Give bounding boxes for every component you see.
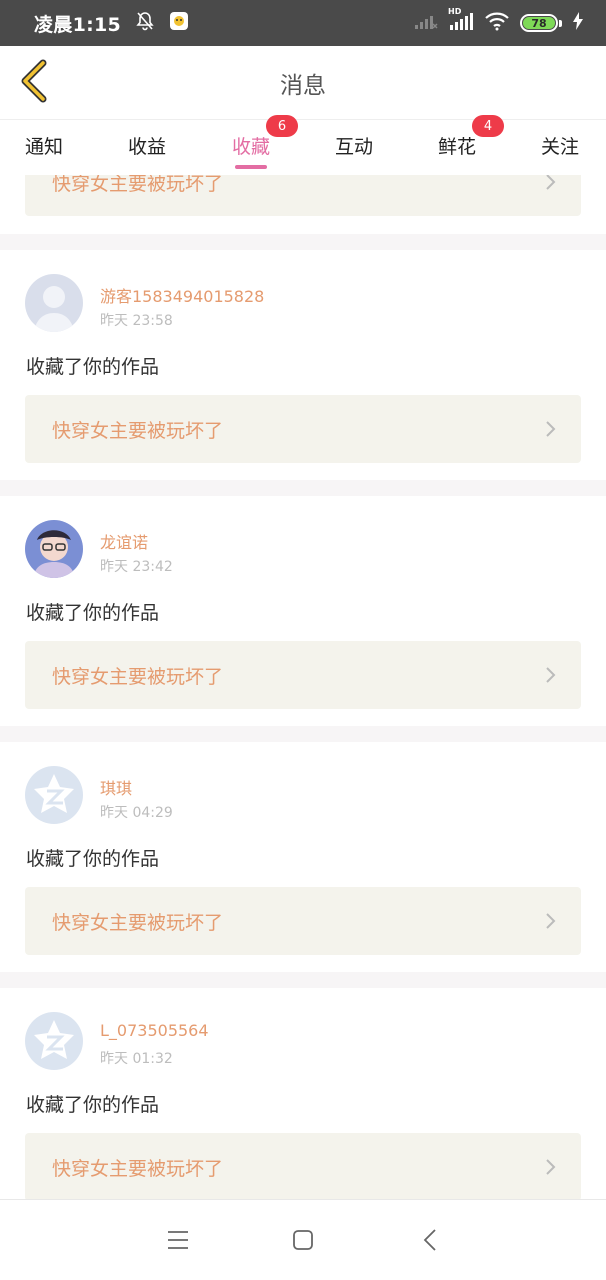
- chevron-right-icon: [546, 175, 556, 190]
- username[interactable]: 琪琪: [100, 775, 132, 799]
- timestamp: 昨天 23:58: [100, 313, 173, 329]
- avatar[interactable]: [25, 274, 83, 332]
- bell-off-icon: [135, 11, 155, 35]
- page-title: 消息: [280, 72, 326, 99]
- battery-indicator: 78: [520, 14, 562, 32]
- work-link[interactable]: 快穿女主要被玩坏了: [25, 395, 581, 463]
- tab-label: 收藏: [232, 136, 271, 158]
- tab-flowers[interactable]: 鲜花 4: [438, 115, 504, 175]
- work-title: 快穿女主要被玩坏了: [52, 911, 224, 934]
- message-card: 龙谊诺 昨天 23:42 收藏了你的作品 快穿女主要被玩坏了: [0, 496, 606, 726]
- work-link[interactable]: 快穿女主要被玩坏了: [25, 175, 581, 216]
- chevron-right-icon: [546, 1159, 556, 1175]
- avatar[interactable]: [25, 766, 83, 824]
- chevron-right-icon: [546, 667, 556, 683]
- tab-favorites[interactable]: 收藏 6: [232, 115, 298, 175]
- app-header: 消息: [0, 46, 606, 120]
- timestamp: 昨天 23:42: [100, 559, 173, 575]
- tab-badge: 6: [266, 115, 298, 137]
- hd-signal-icon: HD: [448, 7, 474, 35]
- tab-label: 鲜花: [438, 136, 477, 158]
- battery-level: 78: [523, 17, 555, 29]
- action-text: 收藏了你的作品: [26, 356, 160, 378]
- work-title: 快穿女主要被玩坏了: [52, 665, 224, 688]
- app-notification-icon: [169, 11, 189, 35]
- tab-label: 收益: [128, 136, 167, 158]
- avatar[interactable]: [25, 520, 83, 578]
- username[interactable]: 游客1583494015828: [100, 283, 264, 307]
- tab-label: 通知: [25, 136, 64, 158]
- tab-follows[interactable]: 关注: [541, 120, 579, 175]
- chevron-left-icon: [19, 59, 49, 107]
- work-link[interactable]: 快穿女主要被玩坏了: [25, 887, 581, 955]
- tab-notifications[interactable]: 通知: [25, 120, 63, 175]
- tab-interactions[interactable]: 互动: [335, 120, 373, 175]
- hd-label: HD: [448, 7, 462, 16]
- back-button[interactable]: [14, 59, 54, 107]
- cellular-signal-icon: [414, 12, 438, 34]
- status-bar: 凌晨1:15 HD 78: [0, 0, 606, 46]
- timestamp: 昨天 04:29: [100, 805, 173, 821]
- work-link[interactable]: 快穿女主要被玩坏了: [25, 641, 581, 709]
- tab-label: 互动: [335, 136, 374, 158]
- wifi-icon: [484, 11, 510, 35]
- message-card: L_073505564 昨天 01:32 收藏了你的作品 快穿女主要被玩坏了: [0, 988, 606, 1199]
- work-title: 快穿女主要被玩坏了: [52, 419, 224, 442]
- system-back-button[interactable]: [416, 1226, 444, 1254]
- work-link[interactable]: 快穿女主要被玩坏了: [25, 1133, 581, 1199]
- message-card: 琪琪 昨天 04:29 收藏了你的作品 快穿女主要被玩坏了: [0, 742, 606, 972]
- message-list[interactable]: 快穿女主要被玩坏了 游客1583494015828 昨天 23:58 收藏了你的…: [0, 175, 606, 1199]
- work-title: 快穿女主要被玩坏了: [52, 1157, 224, 1180]
- message-card-partial: 快穿女主要被玩坏了: [0, 175, 606, 234]
- home-icon: [293, 1230, 313, 1250]
- tab-badge: 4: [472, 115, 504, 137]
- timestamp: 昨天 01:32: [100, 1051, 173, 1067]
- username[interactable]: L_073505564: [100, 1021, 209, 1040]
- action-text: 收藏了你的作品: [26, 602, 160, 624]
- active-tab-underline: [235, 165, 267, 169]
- action-text: 收藏了你的作品: [26, 1094, 160, 1116]
- menu-button[interactable]: [164, 1226, 192, 1254]
- back-icon: [423, 1229, 436, 1251]
- menu-icon: [168, 1231, 188, 1249]
- charging-icon: [572, 12, 584, 34]
- message-card: 游客1583494015828 昨天 23:58 收藏了你的作品 快穿女主要被玩…: [0, 250, 606, 480]
- system-nav-bar: [0, 1199, 606, 1280]
- status-time: 凌晨1:15: [34, 13, 122, 36]
- username[interactable]: 龙谊诺: [100, 529, 148, 553]
- work-title: 快穿女主要被玩坏了: [52, 175, 224, 195]
- avatar[interactable]: [25, 1012, 83, 1070]
- home-button[interactable]: [289, 1226, 317, 1254]
- tab-label: 关注: [541, 136, 580, 158]
- tab-earnings[interactable]: 收益: [128, 120, 166, 175]
- chevron-right-icon: [546, 913, 556, 929]
- action-text: 收藏了你的作品: [26, 848, 160, 870]
- tab-bar: 通知 收益 收藏 6 互动 鲜花 4 关注: [0, 115, 606, 175]
- chevron-right-icon: [546, 421, 556, 437]
